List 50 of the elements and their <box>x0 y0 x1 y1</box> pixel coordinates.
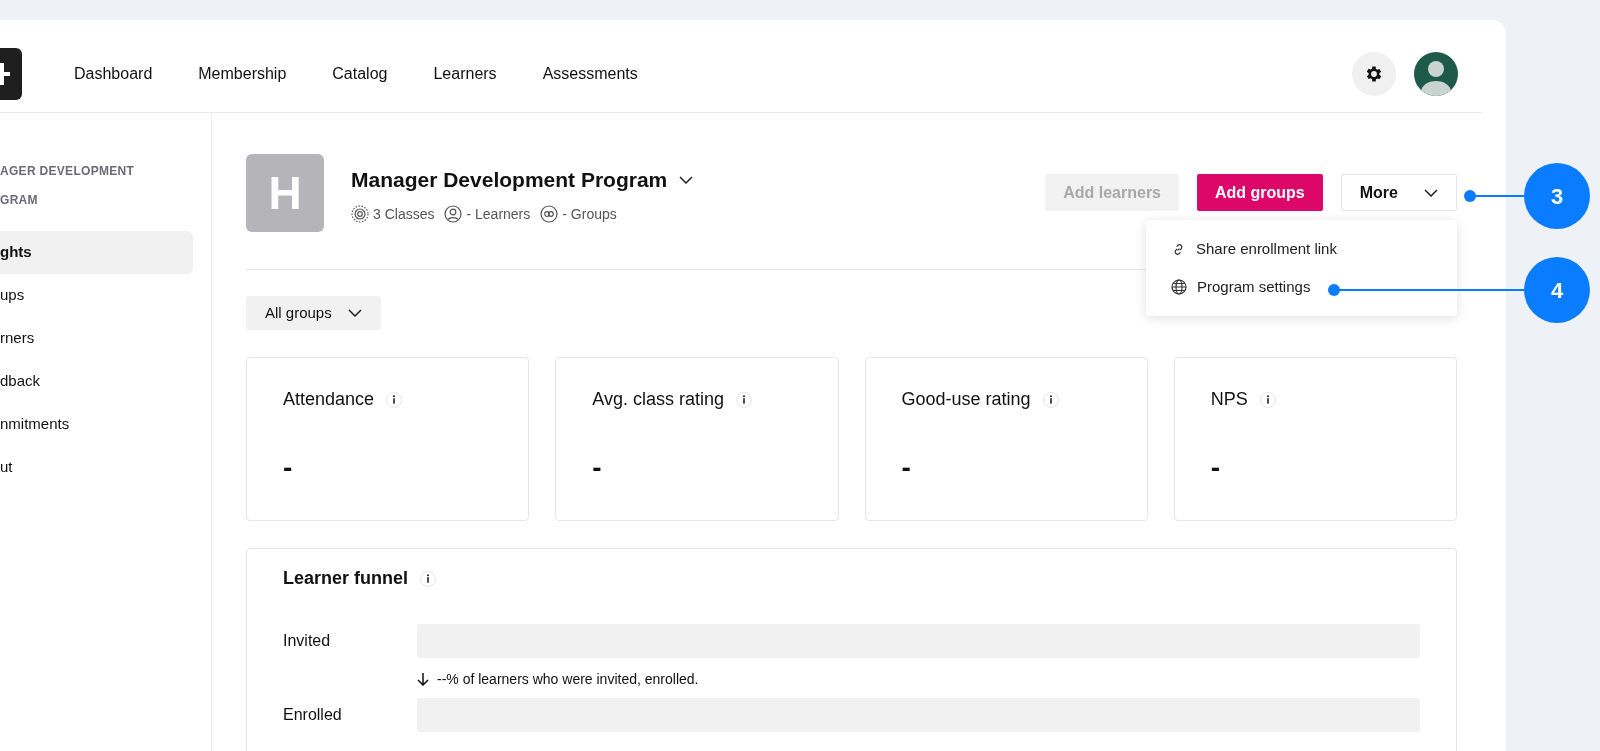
sidebar-item[interactable]: ghts <box>0 231 193 274</box>
rings-icon <box>540 205 559 223</box>
metric-title: Attendance <box>283 388 375 411</box>
nav-link[interactable]: Learners <box>433 62 497 86</box>
person-icon <box>444 205 463 223</box>
menu-item[interactable]: Share enrollment link <box>1146 230 1457 268</box>
funnel-note: --% of learners who were invited, enrolled. <box>437 669 699 689</box>
stat-text: - Groups <box>562 204 617 224</box>
metric-title: Avg. class rating <box>592 388 724 411</box>
callout-badge: 3 <box>1524 163 1590 229</box>
funnel-label: Invited <box>283 631 332 651</box>
program-logo: H <box>246 154 324 232</box>
arrow-down-icon <box>417 672 429 686</box>
funnel-title: Learner funnel <box>283 567 409 590</box>
target-icon <box>351 205 369 223</box>
funnel-label: Enrolled <box>283 705 343 725</box>
menu-item[interactable]: Program settings <box>1146 268 1457 306</box>
sidebar-heading: GRAM <box>0 192 39 209</box>
filter-dropdown[interactable]: All groups <box>246 296 381 330</box>
globe-icon <box>1171 279 1187 295</box>
nav-link[interactable]: Assessments <box>542 62 638 86</box>
callout-leader-line <box>1464 190 1525 202</box>
more-button[interactable]: More <box>1340 174 1457 211</box>
sidebar-heading: AGER DEVELOPMENT <box>0 163 136 180</box>
stat-text: 3 Classes <box>373 204 435 224</box>
sidebar-item[interactable]: ups <box>0 274 193 317</box>
chevron-down-icon <box>347 309 362 317</box>
metric-title: NPS <box>1210 388 1248 411</box>
chevron-down-icon <box>1424 188 1438 197</box>
metric-value: - <box>283 451 294 485</box>
sidebar-item[interactable]: dback <box>0 360 193 403</box>
callout-badge: 4 <box>1524 257 1590 323</box>
sidebar-item[interactable]: ut <box>0 446 193 489</box>
settings-button[interactable] <box>1352 52 1396 96</box>
metric-value: - <box>592 451 603 485</box>
metric-title: Good-use rating <box>901 388 1031 411</box>
logo[interactable] <box>0 48 22 100</box>
stat-text: - Learners <box>466 204 531 224</box>
sidebar-item[interactable]: nmitments <box>0 403 193 446</box>
settings-icon <box>1364 64 1384 84</box>
nav-link[interactable]: Membership <box>198 62 287 86</box>
nav-link[interactable]: Catalog <box>332 62 388 86</box>
program-title: Manager Development Program <box>351 167 668 193</box>
avatar[interactable] <box>1414 52 1458 96</box>
sidebar-item[interactable]: rners <box>0 317 193 360</box>
metric-value: - <box>1210 451 1222 485</box>
metric-value: - <box>901 451 912 485</box>
action-button[interactable]: Add groups <box>1197 174 1323 211</box>
caret-icon[interactable] <box>679 174 694 185</box>
nav-link[interactable]: Dashboard <box>74 62 153 86</box>
